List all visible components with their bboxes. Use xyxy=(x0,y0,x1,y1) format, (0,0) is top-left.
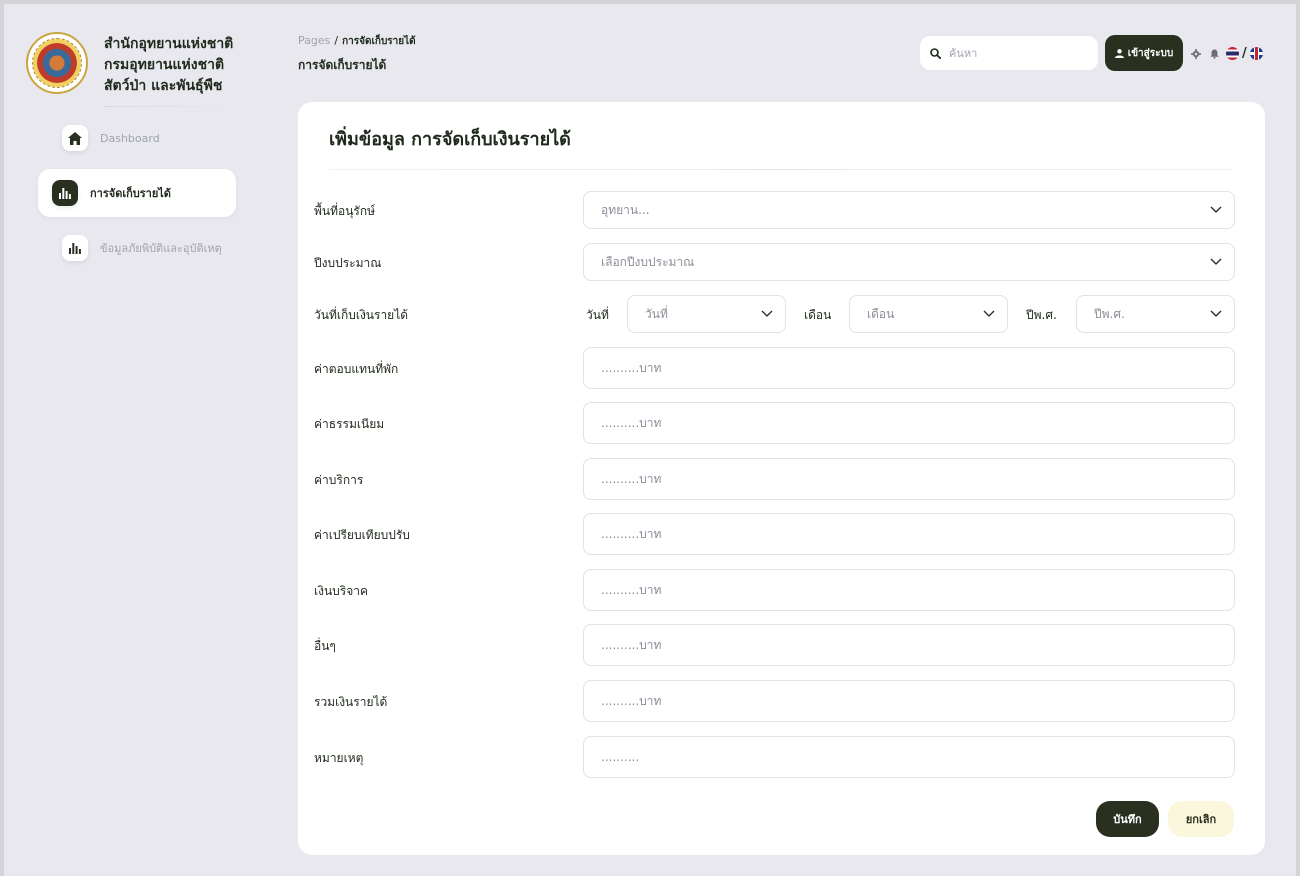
donation-placeholder: ..........บาท xyxy=(601,582,662,597)
fine-placeholder: ..........บาท xyxy=(601,526,662,541)
page-title: การจัดเก็บรายได้ xyxy=(298,58,387,72)
login-label: เข้าสู่ระบบ xyxy=(1127,47,1174,59)
login-button[interactable]: เข้าสู่ระบบ xyxy=(1105,35,1183,71)
bar-chart-icon xyxy=(62,235,88,261)
month-select-value: เดือน xyxy=(867,306,895,321)
note-input[interactable]: .......... xyxy=(583,736,1235,778)
total-revenue-label: รวมเงินรายได้ xyxy=(314,695,388,709)
bell-icon[interactable] xyxy=(1208,47,1220,61)
home-icon xyxy=(62,125,88,151)
form-card: เพิ่มข้อมูล การจัดเก็บเงินรายได้ พื้นที่… xyxy=(298,102,1265,855)
brand-text: สำนักอุทยานแห่งชาติ กรมอุทยานแห่งชาติ สั… xyxy=(104,34,233,97)
form-divider xyxy=(329,169,1234,170)
month-select[interactable]: เดือน xyxy=(849,295,1008,333)
day-label: วันที่ xyxy=(586,308,609,322)
thai-flag-icon[interactable] xyxy=(1226,47,1239,60)
sidebar-item-revenue[interactable]: การจัดเก็บรายได้ xyxy=(38,169,236,217)
search-icon xyxy=(930,44,942,63)
brand-line-3: สัตว์ป่า และพันธุ์พืช xyxy=(104,78,223,94)
day-select[interactable]: วันที่ xyxy=(627,295,786,333)
sidebar-item-disaster-data[interactable]: ข้อมูลภัยพิบัติและอุบัติเหตุ xyxy=(38,224,236,272)
accommodation-fee-input[interactable]: ..........บาท xyxy=(583,347,1235,389)
dnp-seal-logo xyxy=(26,32,88,94)
brand-divider xyxy=(104,106,232,107)
form-title: เพิ่มข้อมูล การจัดเก็บเงินรายได้ xyxy=(329,129,571,150)
year-select[interactable]: ปีพ.ศ. xyxy=(1076,295,1235,333)
area-select-value: อุทยาน... xyxy=(601,202,650,217)
sidebar-nav: Dashboard การจัดเก็บรายได้ ข้อมูลภัยพิบั… xyxy=(38,114,236,272)
sidebar-item-label: การจัดเก็บรายได้ xyxy=(90,187,171,200)
day-select-value: วันที่ xyxy=(645,306,668,321)
brand-line-1: สำนักอุทยานแห่งชาติ xyxy=(104,36,234,52)
gear-icon[interactable] xyxy=(1190,47,1202,61)
note-placeholder: .......... xyxy=(601,750,640,764)
note-label: หมายเหตุ xyxy=(314,751,364,765)
total-revenue-placeholder: ..........บาท xyxy=(601,693,662,708)
service-fee-label: ค่าบริการ xyxy=(314,473,364,487)
sidebar: สำนักอุทยานแห่งชาติ กรมอุทยานแห่งชาติ สั… xyxy=(4,4,254,876)
chevron-down-icon xyxy=(761,310,773,317)
budget-year-select-value: เลือกปีงบประมาณ xyxy=(601,254,695,269)
search-box[interactable] xyxy=(920,36,1098,70)
breadcrumb: Pages / การจัดเก็บรายได้ xyxy=(298,34,416,49)
chevron-down-icon xyxy=(1210,206,1222,213)
budget-year-select[interactable]: เลือกปีงบประมาณ xyxy=(583,243,1235,281)
chevron-down-icon xyxy=(1210,258,1222,265)
fine-input[interactable]: ..........บาท xyxy=(583,513,1235,555)
sidebar-item-label: Dashboard xyxy=(100,131,160,145)
admission-fee-label: ค่าธรรมเนียม xyxy=(314,417,385,431)
save-button[interactable]: บันทึก xyxy=(1096,801,1159,837)
breadcrumb-current: การจัดเก็บรายได้ xyxy=(342,36,416,47)
breadcrumb-separator: / xyxy=(334,34,339,47)
area-select[interactable]: อุทยาน... xyxy=(583,191,1235,229)
other-input[interactable]: ..........บาท xyxy=(583,624,1235,666)
chevron-down-icon xyxy=(1210,310,1222,317)
uk-flag-icon[interactable] xyxy=(1249,47,1263,60)
other-placeholder: ..........บาท xyxy=(601,637,662,652)
accommodation-fee-label: ค่าตอบแทนที่พัก xyxy=(314,362,399,376)
admission-fee-input[interactable]: ..........บาท xyxy=(583,402,1235,444)
budget-year-label: ปีงบประมาณ xyxy=(314,256,382,270)
fine-label: ค่าเปรียบเทียบปรับ xyxy=(314,528,410,542)
brand-line-2: กรมอุทยานแห่งชาติ xyxy=(104,57,225,73)
year-select-value: ปีพ.ศ. xyxy=(1094,306,1125,321)
service-fee-input[interactable]: ..........บาท xyxy=(583,458,1235,500)
year-label: ปีพ.ศ. xyxy=(1026,308,1057,322)
search-input[interactable] xyxy=(949,46,1079,60)
total-revenue-input[interactable]: ..........บาท xyxy=(583,680,1235,722)
language-separator: / xyxy=(1242,46,1247,61)
chevron-down-icon xyxy=(983,310,995,317)
other-label: อื่นๆ xyxy=(314,639,336,653)
breadcrumb-root[interactable]: Pages xyxy=(298,34,330,47)
donation-input[interactable]: ..........บาท xyxy=(583,569,1235,611)
sidebar-item-label: ข้อมูลภัยพิบัติและอุบัติเหตุ xyxy=(100,242,222,255)
month-label: เดือน xyxy=(804,308,832,322)
bar-chart-icon xyxy=(52,180,78,206)
brand[interactable]: สำนักอุทยานแห่งชาติ กรมอุทยานแห่งชาติ สั… xyxy=(26,32,233,97)
sidebar-item-dashboard[interactable]: Dashboard xyxy=(38,114,236,162)
user-icon xyxy=(1114,48,1124,58)
area-label: พื้นที่อนุรักษ์ xyxy=(314,204,376,218)
accommodation-fee-placeholder: ..........บาท xyxy=(601,360,662,375)
header-actions: / xyxy=(1190,46,1263,61)
admission-fee-placeholder: ..........บาท xyxy=(601,415,662,430)
donation-label: เงินบริจาค xyxy=(314,584,369,598)
service-fee-placeholder: ..........บาท xyxy=(601,471,662,486)
cancel-button[interactable]: ยกเลิก xyxy=(1168,801,1234,837)
date-label: วันที่เก็บเงินรายได้ xyxy=(314,308,409,322)
